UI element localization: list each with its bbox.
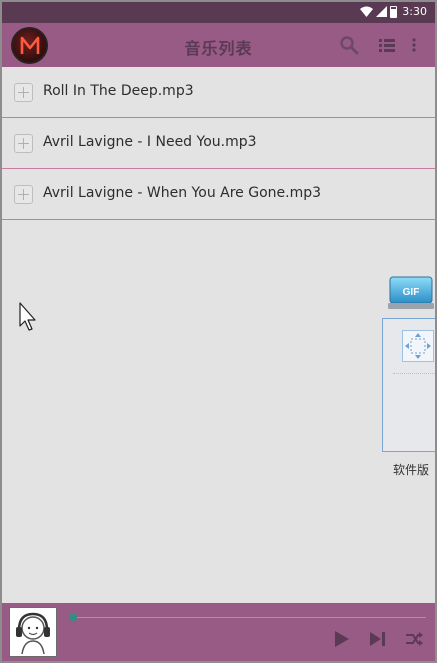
app-bar: 音乐列表 <box>2 23 435 67</box>
add-to-playlist-icon[interactable] <box>14 185 33 204</box>
player-bar <box>2 603 435 661</box>
song-row[interactable]: Roll In The Deep.mp3 <box>2 67 435 118</box>
app-window: 3:30 音乐列表 Roll In The Deep.mp3 Avril Lav… <box>0 0 437 663</box>
battery-icon <box>390 5 398 18</box>
status-bar: 3:30 <box>2 2 435 23</box>
song-title: Avril Lavigne - When You Are Gone.mp3 <box>43 185 322 201</box>
search-icon[interactable] <box>339 35 359 55</box>
panel-divider <box>393 373 435 374</box>
song-list: Roll In The Deep.mp3 Avril Lavigne - I N… <box>2 67 435 220</box>
mouse-cursor-icon <box>19 302 36 331</box>
play-icon[interactable] <box>332 630 352 648</box>
page-title: 音乐列表 <box>184 39 253 58</box>
progress-track[interactable] <box>74 617 426 618</box>
add-to-playlist-icon[interactable] <box>14 134 33 153</box>
status-icons: 3:30 <box>360 5 427 18</box>
gif-recorder-icon[interactable]: GIF <box>388 276 434 310</box>
overlay-caption: 软件版 <box>393 463 430 477</box>
gif-label: GIF <box>403 287 420 298</box>
next-icon[interactable] <box>368 630 388 648</box>
list-icon[interactable] <box>377 35 397 55</box>
status-time: 3:30 <box>402 5 427 18</box>
song-row[interactable]: Avril Lavigne - When You Are Gone.mp3 <box>2 169 435 220</box>
move-handle-icon[interactable] <box>402 330 434 362</box>
overflow-menu-icon[interactable] <box>404 35 424 55</box>
album-art[interactable] <box>9 607 57 657</box>
song-title: Roll In The Deep.mp3 <box>43 83 194 99</box>
progress-knob[interactable] <box>69 613 77 621</box>
wifi-icon <box>360 6 374 17</box>
overlay-panel <box>382 318 435 452</box>
add-to-playlist-icon[interactable] <box>14 83 33 102</box>
headphones-avatar-icon <box>16 612 50 655</box>
signal-icon <box>376 6 388 17</box>
song-row[interactable]: Avril Lavigne - I Need You.mp3 <box>2 118 435 169</box>
shuffle-icon[interactable] <box>404 630 424 648</box>
song-title: Avril Lavigne - I Need You.mp3 <box>43 134 257 150</box>
